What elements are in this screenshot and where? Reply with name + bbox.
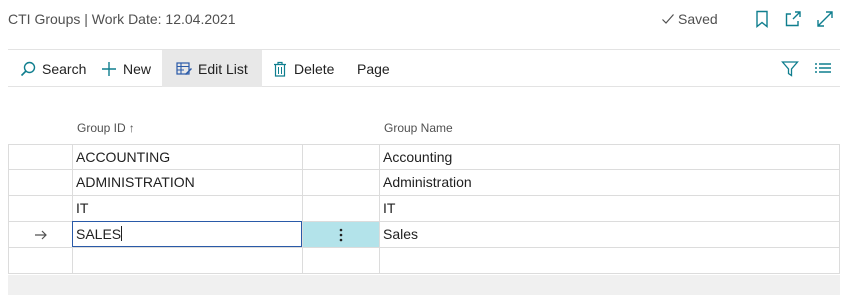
text-cursor	[121, 226, 123, 241]
group-id-cell[interactable]: IT	[72, 196, 302, 221]
delete-button[interactable]: Delete	[272, 50, 334, 87]
plus-icon	[102, 61, 116, 76]
page-title: CTI Groups | Work Date: 12.04.2021	[8, 11, 236, 27]
expand-icon[interactable]	[815, 9, 835, 29]
search-icon	[20, 61, 36, 76]
table-row[interactable]: ACCOUNTING Accounting	[8, 144, 840, 170]
group-id-input[interactable]: SALES	[72, 221, 302, 247]
table-row[interactable]: ADMINISTRATION Administration	[8, 170, 840, 196]
group-id-cell[interactable]: ACCOUNTING	[72, 145, 302, 170]
checkmark-icon	[662, 14, 674, 24]
row-indicator-cell[interactable]	[9, 145, 72, 170]
row-indicator-cell[interactable]	[9, 170, 72, 195]
table-row-new[interactable]	[8, 248, 840, 274]
search-button[interactable]: Search	[20, 50, 86, 87]
more-options-icon[interactable]	[339, 228, 343, 242]
search-label: Search	[42, 60, 87, 77]
edit-list-button[interactable]: Edit List	[162, 50, 262, 87]
action-bar: Search New Edit List Delete Page	[8, 49, 840, 87]
column-header-group-id-label: Group ID	[77, 121, 126, 135]
row-actions-cell[interactable]	[302, 145, 379, 170]
row-actions-cell[interactable]	[302, 248, 379, 273]
edit-list-icon	[176, 61, 192, 75]
bookmark-icon[interactable]	[752, 9, 772, 29]
sort-ascending-icon: ↑	[128, 121, 135, 135]
open-new-window-icon[interactable]	[783, 9, 803, 29]
group-name-cell[interactable]: Accounting	[379, 145, 841, 170]
page-menu-button[interactable]: Page	[357, 50, 390, 87]
column-header-group-name-label: Group Name	[384, 121, 453, 135]
group-name-cell[interactable]	[379, 248, 841, 273]
group-name-cell[interactable]: Sales	[379, 222, 841, 247]
row-indicator-cell[interactable]	[9, 248, 72, 273]
table-row-current[interactable]: SALES Sales	[8, 221, 841, 248]
row-indicator-cell[interactable]	[9, 222, 72, 247]
new-label: New	[123, 60, 152, 77]
filter-icon[interactable]	[781, 60, 799, 78]
table-row[interactable]: IT IT	[8, 196, 840, 222]
group-id-cell[interactable]: ADMINISTRATION	[72, 170, 302, 195]
groups-table: ACCOUNTING Accounting ADMINISTRATION Adm…	[8, 144, 840, 274]
row-actions-cell[interactable]	[302, 196, 379, 221]
current-row-arrow-icon	[34, 230, 47, 239]
saved-label: Saved	[678, 11, 718, 27]
group-id-cell[interactable]	[72, 248, 302, 273]
delete-label: Delete	[294, 60, 335, 77]
page-label: Page	[357, 60, 390, 77]
page-header: CTI Groups | Work Date: 12.04.2021 Saved	[0, 0, 855, 40]
list-view-icon[interactable]	[814, 60, 832, 78]
edit-list-label: Edit List	[198, 60, 248, 77]
group-id-input-value: SALES	[76, 226, 122, 242]
row-indicator-cell[interactable]	[9, 196, 72, 221]
column-header-group-name[interactable]: Group Name	[384, 121, 453, 135]
row-actions-cell[interactable]	[302, 222, 379, 247]
column-header-group-id[interactable]: Group ID ↑	[77, 121, 135, 135]
trash-icon	[274, 61, 286, 77]
group-name-cell[interactable]: IT	[379, 196, 841, 221]
saved-status: Saved	[661, 11, 718, 27]
group-name-cell[interactable]: Administration	[379, 170, 841, 195]
new-button[interactable]: New	[101, 50, 151, 87]
row-actions-cell[interactable]	[302, 170, 379, 195]
list-footer	[8, 275, 840, 295]
